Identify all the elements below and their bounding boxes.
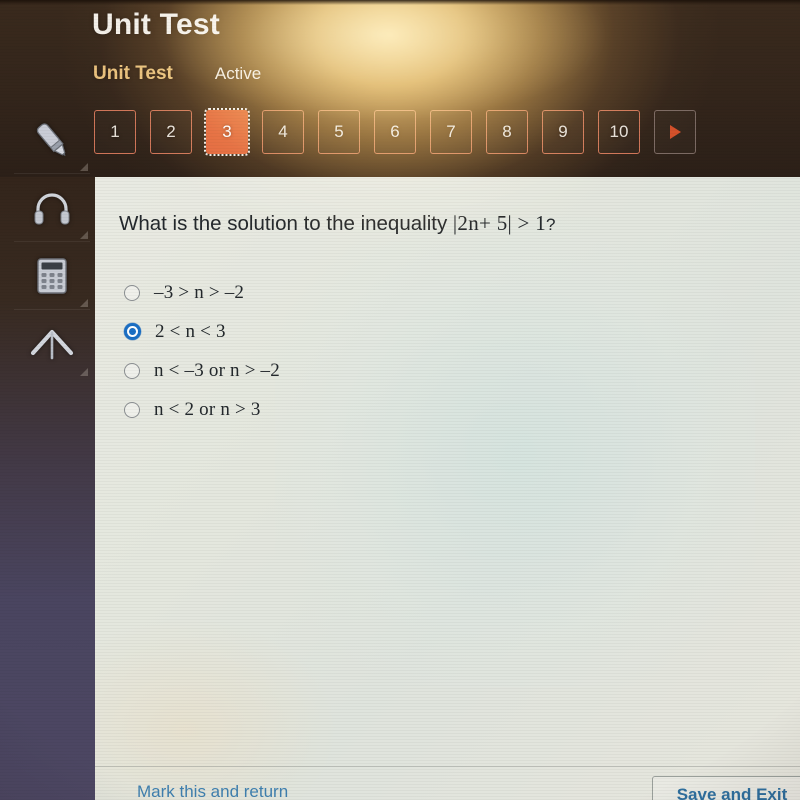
tool-highlighter[interactable]	[14, 106, 90, 174]
pager-item-8[interactable]: 8	[486, 110, 528, 154]
tab-active[interactable]: Active	[215, 64, 261, 84]
pager-item-2[interactable]: 2	[150, 110, 192, 154]
tool-read-aloud[interactable]	[14, 174, 90, 242]
tool-corner-marker	[80, 368, 88, 376]
highlighter-icon	[29, 117, 75, 163]
pager-item-10[interactable]: 10	[598, 110, 640, 154]
tool-rail	[14, 106, 90, 378]
option-d[interactable]: n < 2 or n > 3	[123, 390, 280, 429]
radio-option-a[interactable]	[124, 284, 140, 301]
pager-item-1[interactable]: 1	[94, 110, 136, 154]
question-mark: ?	[546, 215, 556, 234]
radio-option-b[interactable]	[124, 323, 141, 340]
tool-calculator[interactable]	[14, 242, 90, 310]
tool-corner-marker	[80, 163, 88, 171]
pager-item-3[interactable]: 3	[204, 108, 250, 156]
mark-and-return-link[interactable]: Mark this and return	[137, 782, 288, 800]
option-c[interactable]: n < –3 or n > –2	[123, 351, 280, 390]
screen-warm-bloom	[95, 620, 335, 800]
save-and-exit-button[interactable]: Save and Exit	[652, 776, 800, 800]
tool-corner-marker	[80, 231, 88, 239]
pager-item-7[interactable]: 7	[430, 110, 472, 154]
screen-bloom	[275, 217, 755, 687]
headphones-icon	[29, 185, 75, 231]
screen-photo: Unit Test Unit Test Active 1 2 3 4 5 6 7…	[0, 0, 800, 800]
page-title: Unit Test	[92, 8, 220, 41]
tab-unit-test[interactable]: Unit Test	[93, 63, 173, 85]
pager-item-5[interactable]: 5	[318, 110, 360, 154]
option-a[interactable]: –3 > n > –2	[123, 273, 280, 312]
protractor-icon	[27, 321, 77, 367]
option-c-label: n < –3 or n > –2	[154, 359, 280, 381]
option-b[interactable]: 2 < n < 3	[123, 312, 280, 351]
calculator-icon	[29, 253, 75, 299]
play-triangle-icon	[669, 125, 681, 139]
tool-corner-marker	[80, 299, 88, 307]
pager-item-6[interactable]: 6	[374, 110, 416, 154]
sub-tab-bar: Unit Test Active	[93, 63, 261, 85]
radio-option-c[interactable]	[124, 362, 140, 379]
question-expression: |2n+ 5| > 1	[452, 211, 547, 235]
question-prompt-text: What is the solution to the inequality	[119, 212, 453, 235]
pager-next-button[interactable]	[654, 110, 696, 154]
question-pager: 1 2 3 4 5 6 7 8 9 10	[94, 108, 696, 156]
radio-option-d[interactable]	[124, 401, 140, 418]
option-a-label: –3 > n > –2	[154, 281, 245, 303]
pager-item-4[interactable]: 4	[262, 110, 304, 154]
pager-item-9[interactable]: 9	[542, 110, 584, 154]
question-card: What is the solution to the inequality |…	[95, 177, 800, 800]
option-d-label: n < 2 or n > 3	[154, 398, 261, 420]
question-prompt: What is the solution to the inequality |…	[119, 211, 556, 236]
answer-options: –3 > n > –2 2 < n < 3 n < –3 or n > –2 n…	[123, 273, 280, 429]
tool-protractor[interactable]	[14, 310, 90, 378]
option-b-label: 2 < n < 3	[155, 320, 226, 342]
footer-divider	[95, 766, 800, 767]
